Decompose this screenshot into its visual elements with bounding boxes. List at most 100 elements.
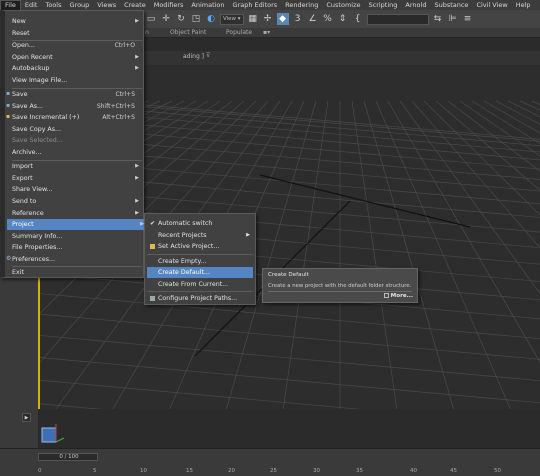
menu-item-exit[interactable]: Exit [12,267,142,278]
play-icon[interactable]: ▶ [22,413,31,422]
menu-tools[interactable]: Tools [41,0,65,10]
menu-modifiers[interactable]: Modifiers [150,0,188,10]
menu-item-open-recent[interactable]: Open Recent ▶ [12,52,142,63]
menu-item-export[interactable]: Export ▶ [12,173,142,184]
menu-rendering[interactable]: Rendering [281,0,322,10]
checkmark-icon: ✔ [150,220,156,227]
submenu-item-set-active-project[interactable]: Set Active Project... [147,241,253,252]
menu-animation[interactable]: Animation [187,0,228,10]
submenu-item-label: Create From Current... [158,281,229,288]
tab-partial[interactable]: n [145,28,149,38]
menu-graph-editors[interactable]: Graph Editors [229,0,282,10]
menu-item-import[interactable]: Import ▶ [12,161,142,172]
percent-snap-icon[interactable]: % [322,13,334,25]
tooltip-description: Create a new project with the default fo… [268,283,412,289]
select-region-icon[interactable]: ▭ [145,13,157,25]
menu-item-save-copy-as[interactable]: Save Copy As... [12,124,142,135]
submenu-item-recent-projects[interactable]: Recent Projects ▶ [147,230,253,241]
axis-constraint-icon[interactable]: ✢ [262,13,274,25]
time-slider[interactable]: 0 / 100 [38,453,98,461]
menu-arnold[interactable]: Arnold [401,0,430,10]
menu-group[interactable]: Group [66,0,94,10]
edit-named-selections-icon[interactable]: { [352,13,364,25]
shortcut-label: Ctrl+S [115,91,135,98]
reference-coordinate-dropdown[interactable]: View ▾ [220,13,244,25]
rotate-icon[interactable]: ↻ [175,13,187,25]
submenu-item-automatic-switch[interactable]: ✔ Automatic switch [147,218,253,229]
tick-label: 15 [186,468,193,474]
menu-edit[interactable]: Edit [21,0,42,10]
menu-substance[interactable]: Substance [430,0,472,10]
menu-civil-view[interactable]: Civil View [472,0,511,10]
tab-populate[interactable]: Populate [226,28,252,38]
menu-item-share-view[interactable]: Share View... [12,184,142,195]
place-icon[interactable]: ◐ [205,13,217,25]
ribbon-options-icon[interactable]: ▪▾ [263,28,270,38]
menu-item-label: Archive... [12,149,42,156]
move-icon[interactable]: ✛ [160,13,172,25]
menu-item-label: Open Recent [12,54,53,61]
menu-customize[interactable]: Customize [322,0,364,10]
menu-item-reset[interactable]: Reset [12,28,142,39]
grid-line [282,100,329,409]
gear-icon: ⚙ [6,255,12,262]
help-icon [383,293,389,298]
menu-item-open[interactable]: Open... Ctrl+O [12,40,142,51]
menu-item-view-image-file[interactable]: View Image File... [12,75,142,86]
menu-help[interactable]: Help [512,0,535,10]
menu-item-label: Exit [12,269,24,276]
filter-icon[interactable]: ⊽ [206,52,210,59]
viewport-label[interactable]: ading ] [183,53,204,60]
tab-object-paint[interactable]: Object Paint [170,28,206,38]
menu-scripting[interactable]: Scripting [365,0,402,10]
submenu-item-create-from-current[interactable]: Create From Current... [147,279,253,290]
menu-item-preferences[interactable]: ⚙ Preferences... [6,254,142,265]
menu-item-file-properties[interactable]: File Properties... [12,242,142,253]
tick-label: 10 [140,468,147,474]
grid-line [495,100,540,125]
menu-views[interactable]: Views [93,0,120,10]
chevron-right-icon: ▶ [135,210,139,216]
menu-item-summary-info[interactable]: Summary Info... [12,231,142,242]
menu-item-archive[interactable]: Archive... [12,147,142,158]
menu-item-save-incremental[interactable]: ▪ Save Incremental (+) Alt+Ctrl+S [6,112,142,123]
axis-gizmo [40,420,66,446]
view-dropdown-label: View [223,16,237,22]
select-and-manipulate-icon[interactable]: ◆ [276,13,289,25]
align-icon[interactable]: ⊫ [447,13,459,25]
pivot-icon[interactable]: ▦ [247,13,259,25]
tick-label: 25 [270,468,277,474]
submenu-item-create-default[interactable]: Create Default... [147,267,253,278]
menu-item-label: Reference [12,210,44,217]
menu-item-label: New [12,18,26,25]
submenu-item-configure-project-paths[interactable]: Configure Project Paths... [147,293,253,304]
tick-label: 45 [450,468,457,474]
submenu-item-label: Create Empty... [158,258,207,265]
menu-file[interactable]: File [0,0,21,10]
grid-axis-x [259,174,471,228]
menu-item-save-as[interactable]: ▪ Save As... Shift+Ctrl+S [6,101,142,112]
scale-icon[interactable]: ◳ [190,13,202,25]
spinner-snap-icon[interactable]: ⇕ [337,13,349,25]
angle-snap-icon[interactable]: ∠ [307,13,319,25]
menu-item-project[interactable]: Project ▶ [7,219,147,230]
chevron-right-icon: ▶ [246,232,250,238]
menu-create[interactable]: Create [120,0,150,10]
snap-3-icon[interactable]: 3 [292,13,304,25]
tooltip-more-link[interactable]: More... [383,293,413,299]
menu-item-save-selected: Save Selected... [12,135,142,146]
menu-item-autobackup[interactable]: Autobackup ▶ [12,63,142,74]
menu-item-label: Send to [12,198,37,205]
menu-item-reference[interactable]: Reference ▶ [12,208,142,219]
menu-item-save[interactable]: ▪ Save Ctrl+S [6,89,142,100]
menu-item-new[interactable]: New ▶ [12,16,142,27]
grid-line [40,335,540,382]
menu-item-label: Save Copy As... [12,126,62,133]
menu-separator [147,291,253,292]
submenu-item-create-empty[interactable]: Create Empty... [147,256,253,267]
mirror-icon[interactable]: ⇆ [432,13,444,25]
layers-icon[interactable]: ≡ [462,13,474,25]
tooltip-divider [268,291,412,292]
named-selection-set-field[interactable] [366,13,429,25]
menu-item-send-to[interactable]: Send to ▶ [12,196,142,207]
